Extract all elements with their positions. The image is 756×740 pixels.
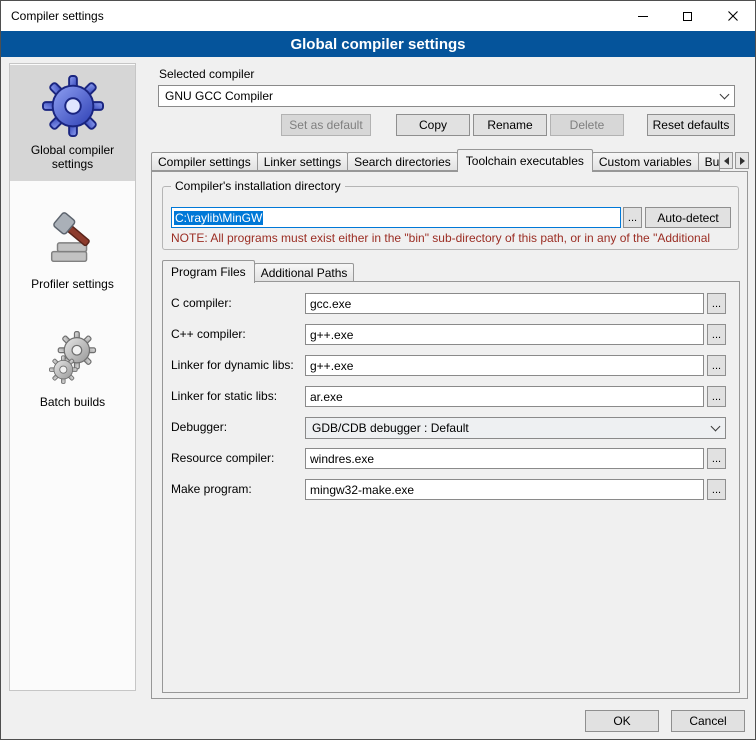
field-label: Resource compiler: [171,451,274,465]
cpp-compiler-row: C++ compiler: ... [163,324,739,345]
page-title: Global compiler settings [1,31,755,57]
tab-scroll-buttons [719,152,749,169]
field-label: C++ compiler: [171,327,246,341]
installation-directory-group: Compiler's installation directory C:\ray… [162,186,739,250]
delete-button[interactable]: Delete [550,114,624,136]
selected-compiler-label: Selected compiler [159,67,254,81]
ok-button[interactable]: OK [585,710,659,732]
copy-button[interactable]: Copy [396,114,470,136]
install-dir-selected-text: C:\raylib\MinGW [174,211,263,225]
cpp-compiler-input[interactable] [305,324,704,345]
make-program-row: Make program: ... [163,479,739,500]
window-controls [620,1,755,31]
close-icon [728,11,738,21]
linker-static-input[interactable] [305,386,704,407]
chevron-down-icon [720,89,730,99]
window-title: Compiler settings [1,9,104,23]
tab-scroll-right-button[interactable] [735,152,749,169]
linker-static-row: Linker for static libs: ... [163,386,739,407]
sidebar-item-batch-builds[interactable]: Batch builds [10,317,135,419]
rename-button[interactable]: Rename [473,114,547,136]
subtab-program-files[interactable]: Program Files [162,260,255,283]
bin-directory-note: NOTE: All programs must exist either in … [171,231,735,245]
resource-compiler-input[interactable] [305,448,704,469]
compiler-settings-dialog: Compiler settings Global compiler settin… [0,0,756,740]
minimize-button[interactable] [620,1,665,31]
hammer-icon [42,209,104,271]
tab-compiler-settings[interactable]: Compiler settings [151,152,258,171]
selected-compiler-select[interactable]: GNU GCC Compiler [158,85,735,107]
debugger-select[interactable]: GDB/CDB debugger : Default [305,417,726,439]
cancel-button[interactable]: Cancel [671,710,745,732]
debugger-value: GDB/CDB debugger : Default [312,421,469,435]
install-dir-browse-button[interactable]: ... [623,207,642,228]
arrow-right-icon [740,157,745,165]
linker-dynamic-browse-button[interactable]: ... [707,355,726,376]
resource-compiler-browse-button[interactable]: ... [707,448,726,469]
reset-defaults-button[interactable]: Reset defaults [647,114,735,136]
field-label: Debugger: [171,420,227,434]
sidebar-item-label: Global compiler settings [12,143,133,171]
tab-scroll-left-button[interactable] [719,152,733,169]
make-program-browse-button[interactable]: ... [707,479,726,500]
tab-search-directories[interactable]: Search directories [347,152,458,171]
tab-custom-variables[interactable]: Custom variables [592,152,699,171]
field-label: C compiler: [171,296,232,310]
linker-dynamic-input[interactable] [305,355,704,376]
gray-gears-icon [42,327,104,389]
sidebar-item-profiler-settings[interactable]: Profiler settings [10,199,135,301]
tab-toolchain-executables[interactable]: Toolchain executables [457,149,593,172]
maximize-icon [683,12,692,21]
subtab-bar: Program Files Additional Paths [162,260,353,282]
field-label: Linker for static libs: [171,389,277,403]
field-label: Make program: [171,482,252,496]
blue-gear-icon [42,75,104,137]
tab-bar: Compiler settings Linker settings Search… [151,149,749,171]
resource-compiler-row: Resource compiler: ... [163,448,739,469]
toolchain-executables-panel: Compiler's installation directory C:\ray… [151,171,748,699]
tab-linker-settings[interactable]: Linker settings [257,152,348,171]
minimize-icon [638,16,648,17]
tab-build[interactable]: Buil [698,152,720,171]
program-files-panel: C compiler: ... C++ compiler: ... Linker… [162,281,740,693]
auto-detect-button[interactable]: Auto-detect [645,207,731,228]
installation-directory-group-title: Compiler's installation directory [171,179,345,193]
make-program-input[interactable] [305,479,704,500]
cpp-compiler-browse-button[interactable]: ... [707,324,726,345]
arrow-left-icon [724,157,729,165]
sidebar-item-global-compiler-settings[interactable]: Global compiler settings [10,65,135,181]
debugger-row: Debugger: GDB/CDB debugger : Default [163,417,739,438]
chevron-down-icon [711,421,721,431]
linker-dynamic-row: Linker for dynamic libs: ... [163,355,739,376]
titlebar: Compiler settings [1,1,755,31]
maximize-button[interactable] [665,1,710,31]
linker-static-browse-button[interactable]: ... [707,386,726,407]
set-as-default-button[interactable]: Set as default [281,114,371,136]
c-compiler-browse-button[interactable]: ... [707,293,726,314]
sidebar-item-label: Batch builds [12,395,133,409]
close-button[interactable] [710,1,755,31]
c-compiler-row: C compiler: ... [163,293,739,314]
subtab-additional-paths[interactable]: Additional Paths [254,263,355,282]
install-dir-input[interactable]: C:\raylib\MinGW [171,207,621,228]
field-label: Linker for dynamic libs: [171,358,294,372]
selected-compiler-value: GNU GCC Compiler [165,89,273,103]
sidebar-item-label: Profiler settings [12,277,133,291]
c-compiler-input[interactable] [305,293,704,314]
sidebar: Global compiler settings Profiler settin… [9,63,136,691]
